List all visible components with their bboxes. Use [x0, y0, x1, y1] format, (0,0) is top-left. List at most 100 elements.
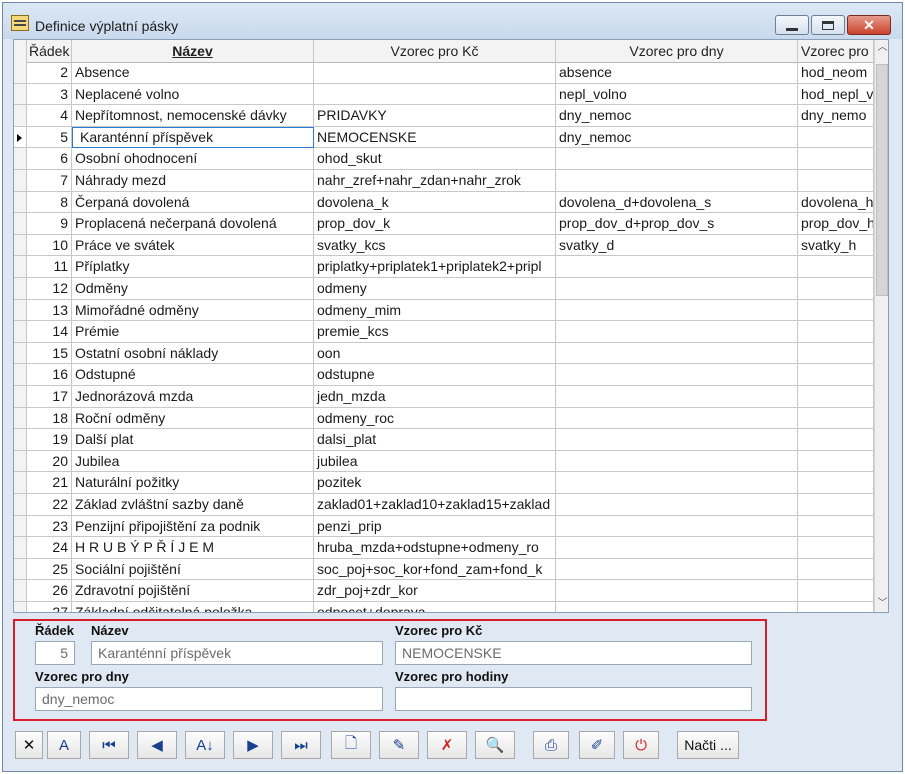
cell-vzorec-kc[interactable]: odpocet+doprava: [314, 602, 556, 612]
cell-vzorec-hod[interactable]: dny_nemo: [798, 105, 874, 127]
last-record-button[interactable]: ⏭: [281, 731, 321, 759]
cell-vzorec-kc[interactable]: nahr_zref+nahr_zdan+nahr_zrok: [314, 170, 556, 192]
cell-nazev[interactable]: Příplatky: [72, 256, 314, 278]
table-row[interactable]: 6 Osobní ohodnocení ohod_skut: [14, 148, 874, 170]
cell-nazev[interactable]: Jednorázová mzda: [72, 386, 314, 408]
cell-vzorec-kc[interactable]: ohod_skut: [314, 148, 556, 170]
cell-vzorec-kc[interactable]: odmeny_roc: [314, 407, 556, 430]
vzorec-dny-field[interactable]: dny_nemoc: [35, 687, 383, 711]
load-button[interactable]: Načti ...: [677, 731, 739, 759]
cell-vzorec-kc[interactable]: jubilea: [314, 450, 556, 473]
cell-vzorec-dny[interactable]: [556, 450, 798, 473]
cell-radek[interactable]: 19: [27, 429, 72, 451]
radek-field[interactable]: 5: [35, 641, 75, 665]
row-indicator[interactable]: [14, 472, 27, 494]
cell-vzorec-hod[interactable]: [798, 429, 874, 451]
cell-nazev[interactable]: Základ zvláštní sazby daně: [72, 494, 314, 516]
table-row[interactable]: 10 Práce ve svátek svatky_kcs svatky_d svatk…: [14, 234, 874, 257]
cell-vzorec-hod[interactable]: [798, 407, 874, 430]
cell-vzorec-kc[interactable]: jedn_mzda: [314, 386, 556, 408]
header-radek[interactable]: Řádek: [27, 40, 72, 62]
cell-radek[interactable]: 15: [27, 342, 72, 365]
cell-radek[interactable]: 9: [27, 213, 72, 235]
cell-vzorec-dny[interactable]: [556, 170, 798, 192]
cell-vzorec-kc[interactable]: priplatky+priplatek1+priplatek2+pripl: [314, 256, 556, 278]
cell-vzorec-kc[interactable]: soc_poj+soc_kor+fond_zam+fond_k: [314, 558, 556, 581]
cell-radek[interactable]: 13: [27, 299, 72, 322]
table-row[interactable]: 18 Roční odměny odmeny_roc: [14, 407, 874, 430]
table-row[interactable]: 2 Absence absence hod_neom: [14, 62, 874, 84]
cell-vzorec-hod[interactable]: [798, 299, 874, 322]
cell-radek[interactable]: 24: [27, 537, 72, 559]
cell-vzorec-hod[interactable]: [798, 148, 874, 170]
new-record-button[interactable]: 🗋: [331, 731, 371, 759]
table-row[interactable]: 15 Ostatní osobní náklady oon: [14, 342, 874, 365]
cell-nazev[interactable]: Roční odměny: [72, 407, 314, 430]
vzorec-kc-field[interactable]: NEMOCENSKE: [395, 641, 752, 665]
cell-vzorec-hod[interactable]: prop_dov_h: [798, 213, 874, 235]
table-row[interactable]: 19 Další plat dalsi_plat: [14, 429, 874, 451]
table-row[interactable]: 21 Naturální požitky pozitek: [14, 472, 874, 494]
table-row[interactable]: 20 Jubilea jubilea: [14, 450, 874, 473]
cell-vzorec-kc[interactable]: pozitek: [314, 472, 556, 494]
cell-vzorec-kc[interactable]: odmeny: [314, 278, 556, 300]
row-indicator[interactable]: [14, 386, 27, 408]
cell-vzorec-hod[interactable]: [798, 321, 874, 343]
cell-vzorec-hod[interactable]: [798, 515, 874, 538]
cell-vzorec-hod[interactable]: [798, 494, 874, 516]
cell-vzorec-dny[interactable]: [556, 321, 798, 343]
cell-radek[interactable]: 10: [27, 234, 72, 257]
cell-vzorec-dny[interactable]: prop_dov_d+prop_dov_s: [556, 213, 798, 235]
edit-record-button[interactable]: ✎: [379, 731, 419, 759]
cell-vzorec-dny[interactable]: [556, 364, 798, 386]
cell-radek[interactable]: 7: [27, 170, 72, 192]
cell-vzorec-dny[interactable]: [556, 407, 798, 430]
row-indicator[interactable]: [14, 213, 27, 235]
cell-radek[interactable]: 12: [27, 278, 72, 300]
cell-vzorec-dny[interactable]: [556, 342, 798, 365]
cell-radek[interactable]: 18: [27, 407, 72, 430]
cell-vzorec-dny[interactable]: [556, 494, 798, 516]
next-record-button[interactable]: ▶: [233, 731, 273, 759]
table-row[interactable]: 27 Základní odčitatelná položka odpocet+do…: [14, 602, 874, 612]
cell-vzorec-hod[interactable]: [798, 472, 874, 494]
cell-nazev[interactable]: Absence: [72, 62, 314, 84]
cell-vzorec-kc[interactable]: odstupne: [314, 364, 556, 386]
header-vzorec-hod[interactable]: Vzorec pro h: [798, 40, 874, 62]
cell-nazev[interactable]: Naturální požitky: [72, 472, 314, 494]
find-record-button[interactable]: 🔍: [475, 731, 515, 759]
cell-vzorec-dny[interactable]: dny_nemoc: [556, 105, 798, 127]
data-grid[interactable]: Řádek Název Vzorec pro Kč Vzorec pro dny…: [13, 39, 889, 613]
close-button[interactable]: ✕: [847, 15, 891, 35]
cell-vzorec-dny[interactable]: [556, 256, 798, 278]
delete-record-button[interactable]: ✗: [427, 731, 467, 759]
cell-vzorec-dny[interactable]: nepl_volno: [556, 83, 798, 106]
cell-nazev[interactable]: Čerpaná dovolená: [72, 191, 314, 214]
cell-nazev[interactable]: Osobní ohodnocení: [72, 148, 314, 170]
cell-vzorec-hod[interactable]: [798, 126, 874, 149]
cell-radek[interactable]: 14: [27, 321, 72, 343]
row-indicator[interactable]: [14, 364, 27, 386]
cell-vzorec-hod[interactable]: hod_nepl_v: [798, 83, 874, 106]
cell-radek[interactable]: 17: [27, 386, 72, 408]
cell-nazev[interactable]: Práce ve svátek: [72, 234, 314, 257]
cell-radek[interactable]: 3: [27, 83, 72, 106]
cell-vzorec-dny[interactable]: [556, 148, 798, 170]
cell-radek[interactable]: 16: [27, 364, 72, 386]
cell-vzorec-kc[interactable]: dovolena_k: [314, 191, 556, 214]
table-row[interactable]: 4 Nepřítomnost, nemocenské dávky PRIDAVKY d…: [14, 105, 874, 127]
row-indicator[interactable]: [14, 191, 27, 214]
cell-vzorec-dny[interactable]: [556, 558, 798, 581]
table-row[interactable]: 13 Mimořádné odměny odmeny_mim: [14, 299, 874, 322]
cell-nazev[interactable]: Další plat: [72, 429, 314, 451]
cell-nazev[interactable]: Odstupné: [72, 364, 314, 386]
row-indicator[interactable]: [14, 407, 27, 430]
cell-vzorec-kc[interactable]: premie_kcs: [314, 321, 556, 343]
cell-vzorec-hod[interactable]: [798, 602, 874, 612]
cell-vzorec-hod[interactable]: [798, 170, 874, 192]
cell-vzorec-hod[interactable]: svatky_h: [798, 234, 874, 257]
cell-nazev[interactable]: Karanténní příspěvek: [72, 126, 314, 149]
cell-radek[interactable]: 4: [27, 105, 72, 127]
vertical-scrollbar[interactable]: ︿ ﹀: [874, 40, 888, 612]
table-row[interactable]: 11 Příplatky priplatky+priplatek1+priplate…: [14, 256, 874, 278]
